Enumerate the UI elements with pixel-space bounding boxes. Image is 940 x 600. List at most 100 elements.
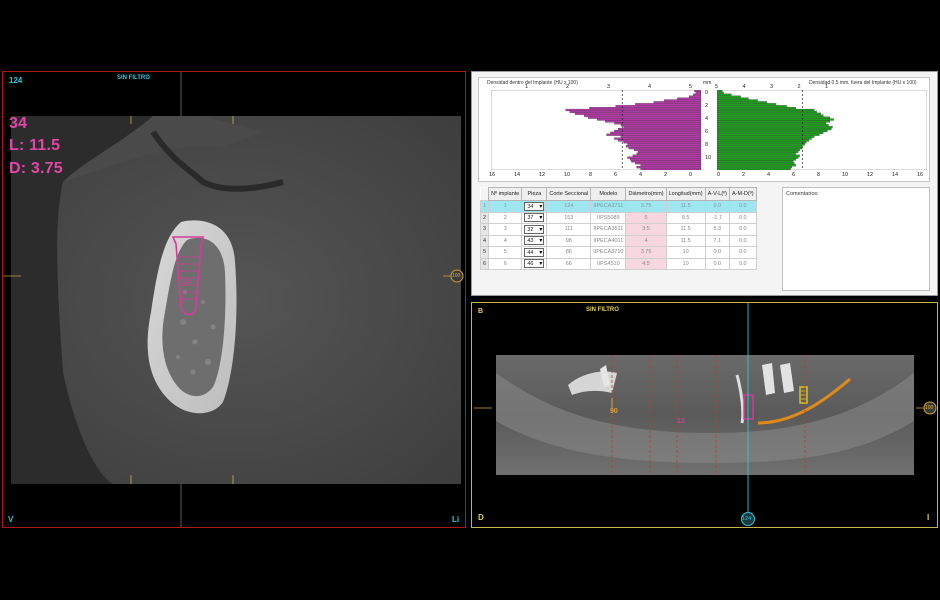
piece-select[interactable]: 46 [524,259,545,269]
panoramic-viewport[interactable]: B SIN FILTRO 100 124 90 13 D I [471,302,938,528]
avl-cell[interactable]: 0.0 [704,246,731,259]
cross-section-cell[interactable]: 98 [546,234,592,247]
length-cell[interactable]: 10 [665,257,706,270]
col-length[interactable]: Longitud(mm) [665,187,706,201]
outside-density-bar [717,150,799,153]
avl-cell[interactable]: 7.1 [704,234,731,247]
avl-cell[interactable]: 5.3 [704,223,731,236]
piece-select[interactable]: 32 [524,224,545,234]
col-implant-number[interactable]: Nº implante [488,187,523,201]
table-row[interactable]: 554486IIPECA37103.75100.00.0 [479,246,757,259]
outside-density-bar [717,137,812,140]
piece-select[interactable]: 34 [524,201,545,211]
length-cell[interactable]: 10 [665,246,706,259]
mm-unit-label: mm [703,80,712,86]
implant-number-cell[interactable]: 5 [488,246,523,259]
mm-tick-label: 0 [705,90,709,96]
table-row[interactable]: 3332111IIPECA35113.511.55.30.0 [479,223,757,236]
amd-cell[interactable]: 0.0 [729,211,757,224]
table-row[interactable]: 444398IIPECA4011411.57.10.0 [479,234,757,247]
model-cell[interactable]: IIPECA3711 [590,200,627,213]
avl-cell[interactable]: -1.7 [704,211,731,224]
row-index[interactable]: 4 [479,234,490,247]
cross-section-image[interactable] [3,72,466,528]
cross-section-viewport[interactable]: 124 SIN FILTRO 34 L: 11.5 D: 3.75 34 100… [2,71,466,528]
implant-number-cell[interactable]: 3 [488,223,523,236]
implant-number-cell[interactable]: 1 [488,200,523,213]
diameter-cell[interactable]: 4 [625,234,667,247]
col-diameter[interactable]: Diámetro(mm) [625,187,667,201]
cross-section-cell[interactable]: 153 [546,211,592,224]
col-piece[interactable]: Pieza [521,187,548,201]
tick-label: 12 [867,172,874,178]
implants-table[interactable]: Nº implante Pieza Corte Seccional Modelo… [479,187,757,270]
table-row[interactable]: 1134124IIPECA37113.7511.50.00.0 [479,200,757,213]
amd-cell[interactable]: 0.0 [729,257,757,270]
col-model[interactable]: Modelo [590,187,627,201]
cross-section-cell[interactable]: 111 [546,223,592,236]
length-cell[interactable]: 11.5 [665,200,706,213]
piece-select[interactable]: 44 [524,247,545,257]
inside-density-bar [565,108,701,112]
amd-cell[interactable]: 0.0 [729,246,757,259]
amd-cell[interactable]: 0.0 [729,200,757,213]
cross-section-cell[interactable]: 124 [546,200,592,213]
panoramic-image[interactable] [472,303,938,528]
pano-corner-bottom-left: D [478,513,484,522]
col-amd[interactable]: A-M-D(º) [729,187,757,201]
cross-section-cell[interactable]: 66 [546,257,592,270]
outside-density-bar [717,118,834,121]
inside-density-bar [626,145,701,148]
piece-select[interactable]: 43 [524,236,545,246]
inside-density-bar [653,101,701,104]
row-index[interactable]: 2 [479,211,490,224]
inside-density-bar [640,167,701,170]
cross-section-cell[interactable]: 86 [546,246,592,259]
pano-slice-marker-value: 124 [742,516,752,522]
col-cross-section[interactable]: Corte Seccional [546,187,592,201]
tooth-number-label: 34 [9,115,28,132]
outside-density-bar [717,131,824,134]
tick-label: 14 [514,172,521,178]
col-avl[interactable]: A-V-L(º) [704,187,731,201]
diameter-cell[interactable]: 3.5 [625,223,667,236]
left-histogram-title: Densidad dentro del Implante (HU x 100) [487,80,578,86]
pano-filter-label: SIN FILTRO [586,307,619,313]
length-cell[interactable]: 11.5 [665,223,706,236]
table-row[interactable]: 2237153IIPS508558.5-1.70.0 [479,211,757,224]
diameter-cell[interactable]: 4.5 [625,257,667,270]
implant-number-cell[interactable]: 6 [488,257,523,270]
model-cell[interactable]: IIPS5085 [590,211,627,224]
inside-density-bar [569,110,701,113]
row-index[interactable]: 5 [479,246,490,259]
amd-cell[interactable]: 0.0 [729,223,757,236]
model-cell[interactable]: IIPECA3511 [590,223,627,236]
row-index[interactable]: 3 [479,223,490,236]
inside-density-bar [631,160,701,163]
diameter-cell[interactable]: 3.75 [625,246,667,259]
avl-cell[interactable]: 0.0 [704,257,731,270]
orientation-bottom-left: V [8,515,14,524]
pano-depth-marker-value: 100 [925,405,934,411]
inside-density-bar [623,126,701,129]
length-cell[interactable]: 11.5 [665,234,706,247]
avl-cell[interactable]: 0.0 [704,200,731,213]
tick-label: 4 [767,172,771,178]
comments-box[interactable]: Comentarios: [782,187,930,291]
table-row[interactable]: 664666IIPS45104.5100.00.0 [479,257,757,270]
outside-density-bar [717,133,820,136]
implant-number-cell[interactable]: 4 [488,234,523,247]
outside-density-bar [717,101,767,104]
length-cell[interactable]: 8.5 [665,211,706,224]
piece-select[interactable]: 37 [524,213,545,223]
implant-number-cell[interactable]: 2 [488,211,523,224]
diameter-cell[interactable]: 5 [625,211,667,224]
model-cell[interactable]: IIPECA4011 [590,234,627,247]
model-cell[interactable]: IIPS4510 [590,257,627,270]
tick-label: 2 [742,172,746,178]
model-cell[interactable]: IIPECA3710 [590,246,627,259]
amd-cell[interactable]: 0.0 [729,234,757,247]
diameter-cell[interactable]: 3.75 [625,200,667,213]
row-index[interactable]: 1 [479,200,490,213]
row-index[interactable]: 6 [479,257,490,270]
